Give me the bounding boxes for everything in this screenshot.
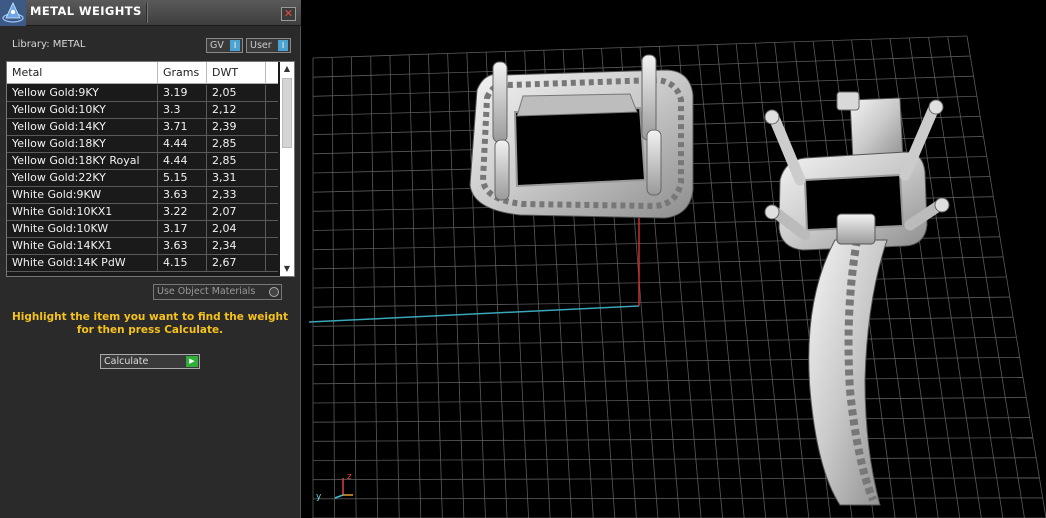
- table-row[interactable]: Yellow Gold:22KY 5.15 3,31: [7, 170, 278, 187]
- cell-dwt: 2,05: [207, 85, 266, 102]
- cell-grams: 3.19: [158, 85, 207, 102]
- cell-grams: 4.44: [158, 136, 207, 153]
- library-gv-label: GV: [210, 40, 224, 51]
- user-indicator-icon: I: [278, 40, 288, 51]
- cell-grams: 3.63: [158, 187, 207, 204]
- cell-dwt: 3,31: [207, 170, 266, 187]
- radio-icon: [269, 287, 279, 297]
- cell-dwt: 2,67: [207, 255, 266, 272]
- gv-indicator-icon: I: [230, 40, 240, 51]
- library-label: Library: METAL: [12, 39, 86, 50]
- 3d-viewport[interactable]: z y: [305, 0, 1046, 518]
- cell-metal: Yellow Gold:10KY: [7, 102, 158, 119]
- table-row[interactable]: Yellow Gold:18KY 4.44 2,85: [7, 136, 278, 153]
- use-object-materials-toggle[interactable]: Use Object Materials: [153, 284, 282, 300]
- column-header-dwt[interactable]: DWT: [207, 62, 266, 84]
- cell-metal: White Gold:10KX1: [7, 204, 158, 221]
- use-object-materials-label: Use Object Materials: [157, 286, 256, 297]
- column-header-metal[interactable]: Metal: [7, 62, 158, 84]
- title-divider: [146, 3, 148, 23]
- play-icon: ▶: [186, 356, 198, 367]
- metal-weights-panel: METAL WEIGHTS ✕ Library: METAL GV I User…: [0, 0, 301, 518]
- panel-titlebar[interactable]: METAL WEIGHTS ✕: [0, 0, 301, 26]
- viewport-canvas: [308, 35, 1046, 518]
- cell-dwt: 2,39: [207, 119, 266, 136]
- library-gv-button[interactable]: GV I: [206, 38, 243, 53]
- table-body: Yellow Gold:9KY 3.19 2,05 Yellow Gold:10KY 3…: [7, 85, 278, 276]
- metal-table[interactable]: Metal Grams DWT Yellow Gold:9KY 3.19 2,05 Y…: [6, 61, 295, 277]
- table-row-clipped: [7, 272, 278, 276]
- library-user-button[interactable]: User I: [246, 38, 291, 53]
- cell-grams: 3.17: [158, 221, 207, 238]
- panel-title: METAL WEIGHTS: [30, 4, 142, 18]
- cell-grams: 4.15: [158, 255, 207, 272]
- cell-metal: Yellow Gold:14KY: [7, 119, 158, 136]
- cell-dwt: 2,04: [207, 221, 266, 238]
- cell-grams: 5.15: [158, 170, 207, 187]
- cell-grams: 3.22: [158, 204, 207, 221]
- calculate-label: Calculate: [104, 356, 149, 367]
- table-row[interactable]: White Gold:9KW 3.63 2,33: [7, 187, 278, 204]
- table-row[interactable]: White Gold:14KX1 3.63 2,34: [7, 238, 278, 255]
- table-row[interactable]: White Gold:10KX1 3.22 2,07: [7, 204, 278, 221]
- cell-grams: 3.3: [158, 102, 207, 119]
- table-row[interactable]: Yellow Gold:14KY 3.71 2,39: [7, 119, 278, 136]
- table-row[interactable]: Yellow Gold:10KY 3.3 2,12: [7, 102, 278, 119]
- cell-metal: Yellow Gold:22KY: [7, 170, 158, 187]
- cell-dwt: 2,33: [207, 187, 266, 204]
- column-header-grams[interactable]: Grams: [158, 62, 207, 84]
- instructions-text: Highlight the item you want to find the …: [12, 311, 288, 336]
- cell-dwt: 2,85: [207, 153, 266, 170]
- axis-y-label: y: [316, 492, 322, 502]
- cell-metal: Yellow Gold:9KY: [7, 85, 158, 102]
- cell-dwt: 2,34: [207, 238, 266, 255]
- table-header: Metal Grams DWT: [7, 62, 278, 84]
- cell-metal: White Gold:14KX1: [7, 238, 158, 255]
- cell-metal: White Gold:10KW: [7, 221, 158, 238]
- scroll-thumb[interactable]: [282, 78, 292, 148]
- x-axis-line: [308, 305, 640, 323]
- cell-grams: 4.44: [158, 153, 207, 170]
- table-row[interactable]: White Gold:10KW 3.17 2,04: [7, 221, 278, 238]
- scroll-down-arrow-icon[interactable]: ▼: [280, 262, 294, 276]
- table-scrollbar[interactable]: ▲ ▼: [280, 62, 294, 276]
- cell-dwt: 2,85: [207, 136, 266, 153]
- table-row[interactable]: Yellow Gold:18KY Royal 4.44 2,85: [7, 153, 278, 170]
- cell-dwt: 2,07: [207, 204, 266, 221]
- cell-metal: White Gold:14K PdW: [7, 255, 158, 272]
- calculate-button[interactable]: Calculate ▶: [100, 354, 200, 369]
- table-row[interactable]: White Gold:14K PdW 4.15 2,67: [7, 255, 278, 272]
- halo-setting-model[interactable]: [469, 54, 694, 219]
- cell-metal: Yellow Gold:18KY Royal: [7, 153, 158, 170]
- cell-grams: 3.63: [158, 238, 207, 255]
- app-logo-icon: [0, 0, 26, 26]
- axis-z-label: z: [347, 472, 352, 482]
- scroll-up-arrow-icon[interactable]: ▲: [280, 62, 294, 76]
- cell-metal: Yellow Gold:18KY: [7, 136, 158, 153]
- close-button[interactable]: ✕: [281, 7, 296, 21]
- table-row[interactable]: Yellow Gold:9KY 3.19 2,05: [7, 85, 278, 102]
- cell-grams: 3.71: [158, 119, 207, 136]
- library-user-label: User: [250, 40, 272, 51]
- cell-metal: White Gold:9KW: [7, 187, 158, 204]
- cell-dwt: 2,12: [207, 102, 266, 119]
